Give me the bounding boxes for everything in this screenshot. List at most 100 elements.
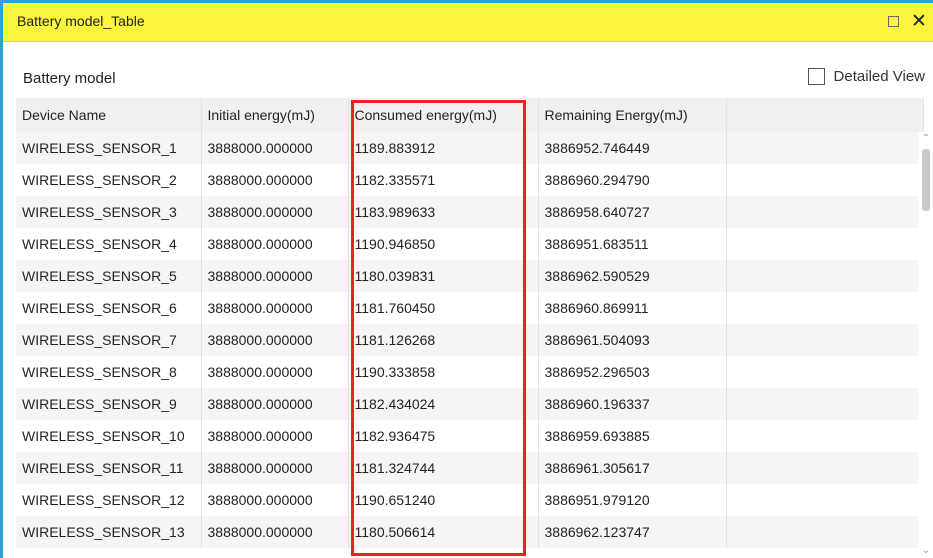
panel-header: Battery model Detailed View bbox=[3, 42, 933, 98]
scroll-down-icon[interactable]: ⌄ bbox=[919, 544, 933, 558]
table-row[interactable]: WIRELESS_SENSOR_4 3888000.000000 1190.9468… bbox=[16, 228, 924, 260]
empty-cell bbox=[726, 356, 924, 388]
device-name-cell[interactable]: WIRELESS_SENSOR_1 bbox=[16, 132, 202, 164]
scrollbar-thumb[interactable] bbox=[922, 149, 930, 211]
consumed-energy-cell[interactable]: 1190.651240 bbox=[348, 484, 539, 516]
initial-energy-cell[interactable]: 3888000.000000 bbox=[201, 164, 349, 196]
table-row[interactable]: WIRELESS_SENSOR_6 3888000.000000 1181.7604… bbox=[16, 292, 924, 324]
empty-cell bbox=[726, 132, 924, 164]
table-row[interactable]: WIRELESS_SENSOR_9 3888000.000000 1182.4340… bbox=[16, 388, 924, 420]
maximize-icon bbox=[887, 15, 899, 27]
initial-energy-cell[interactable]: 3888000.000000 bbox=[201, 420, 349, 452]
close-button[interactable]: ✕ bbox=[907, 8, 931, 34]
remaining-energy-cell[interactable]: 3886958.640727 bbox=[538, 196, 727, 228]
scroll-up-icon[interactable]: ⌃ bbox=[919, 132, 933, 146]
device-name-cell[interactable]: WIRELESS_SENSOR_3 bbox=[16, 196, 202, 228]
empty-cell bbox=[726, 196, 924, 228]
remaining-energy-cell[interactable]: 3886951.683511 bbox=[538, 228, 727, 260]
consumed-energy-cell[interactable]: 1181.126268 bbox=[348, 324, 539, 356]
table-body: WIRELESS_SENSOR_1 3888000.000000 1189.8839… bbox=[16, 132, 924, 548]
remaining-energy-cell[interactable]: 3886959.693885 bbox=[538, 420, 727, 452]
battery-table-grid: Device Name Initial energy(mJ) Consumed en… bbox=[16, 98, 933, 558]
consumed-energy-cell[interactable]: 1181.760450 bbox=[348, 292, 539, 324]
initial-energy-cell[interactable]: 3888000.000000 bbox=[201, 452, 349, 484]
header-initial-energy[interactable]: Initial energy(mJ) bbox=[201, 98, 349, 132]
battery-model-window: Battery model_Table ✕ Battery model Deta… bbox=[0, 0, 933, 558]
header-remaining-energy[interactable]: Remaining Energy(mJ) bbox=[538, 98, 727, 132]
initial-energy-cell[interactable]: 3888000.000000 bbox=[201, 324, 349, 356]
empty-cell bbox=[726, 292, 924, 324]
remaining-energy-cell[interactable]: 3886961.305617 bbox=[538, 452, 727, 484]
initial-energy-cell[interactable]: 3888000.000000 bbox=[201, 484, 349, 516]
consumed-energy-cell[interactable]: 1182.936475 bbox=[348, 420, 539, 452]
vertical-scrollbar[interactable]: ⌃ ⌄ bbox=[919, 132, 933, 558]
table-row[interactable]: WIRELESS_SENSOR_11 3888000.000000 1181.324… bbox=[16, 452, 924, 484]
header-empty[interactable] bbox=[726, 98, 924, 132]
consumed-energy-cell[interactable]: 1182.335571 bbox=[348, 164, 539, 196]
device-name-cell[interactable]: WIRELESS_SENSOR_6 bbox=[16, 292, 202, 324]
close-icon: ✕ bbox=[911, 10, 927, 32]
initial-energy-cell[interactable]: 3888000.000000 bbox=[201, 228, 349, 260]
table-row[interactable]: WIRELESS_SENSOR_13 3888000.000000 1180.506… bbox=[16, 516, 924, 548]
remaining-energy-cell[interactable]: 3886961.504093 bbox=[538, 324, 727, 356]
remaining-energy-cell[interactable]: 3886951.979120 bbox=[538, 484, 727, 516]
consumed-energy-cell[interactable]: 1183.989633 bbox=[348, 196, 539, 228]
initial-energy-cell[interactable]: 3888000.000000 bbox=[201, 260, 349, 292]
device-name-cell[interactable]: WIRELESS_SENSOR_8 bbox=[16, 356, 202, 388]
empty-cell bbox=[726, 420, 924, 452]
window-title: Battery model_Table bbox=[17, 13, 145, 29]
table-row[interactable]: WIRELESS_SENSOR_5 3888000.000000 1180.0398… bbox=[16, 260, 924, 292]
device-name-cell[interactable]: WIRELESS_SENSOR_11 bbox=[16, 452, 202, 484]
initial-energy-cell[interactable]: 3888000.000000 bbox=[201, 356, 349, 388]
consumed-energy-cell[interactable]: 1181.324744 bbox=[348, 452, 539, 484]
device-name-cell[interactable]: WIRELESS_SENSOR_10 bbox=[16, 420, 202, 452]
initial-energy-cell[interactable]: 3888000.000000 bbox=[201, 132, 349, 164]
table-row[interactable]: WIRELESS_SENSOR_2 3888000.000000 1182.3355… bbox=[16, 164, 924, 196]
remaining-energy-cell[interactable]: 3886960.869911 bbox=[538, 292, 727, 324]
device-name-cell[interactable]: WIRELESS_SENSOR_4 bbox=[16, 228, 202, 260]
table-row[interactable]: WIRELESS_SENSOR_7 3888000.000000 1181.1262… bbox=[16, 324, 924, 356]
remaining-energy-cell[interactable]: 3886952.296503 bbox=[538, 356, 727, 388]
consumed-energy-cell[interactable]: 1189.883912 bbox=[348, 132, 539, 164]
panel-title: Battery model bbox=[23, 70, 116, 87]
empty-cell bbox=[726, 516, 924, 548]
header-consumed-energy[interactable]: Consumed energy(mJ) bbox=[348, 98, 539, 132]
detailed-view-checkbox[interactable] bbox=[807, 68, 825, 85]
initial-energy-cell[interactable]: 3888000.000000 bbox=[201, 196, 349, 228]
table-row[interactable]: WIRELESS_SENSOR_3 3888000.000000 1183.9896… bbox=[16, 196, 924, 228]
consumed-energy-cell[interactable]: 1190.333858 bbox=[348, 356, 539, 388]
empty-cell bbox=[726, 260, 924, 292]
maximize-button[interactable] bbox=[881, 8, 905, 34]
empty-cell bbox=[726, 484, 924, 516]
device-name-cell[interactable]: WIRELESS_SENSOR_13 bbox=[16, 516, 202, 548]
remaining-energy-cell[interactable]: 3886952.746449 bbox=[538, 132, 727, 164]
remaining-energy-cell[interactable]: 3886962.123747 bbox=[538, 516, 727, 548]
battery-table: Device Name Initial energy(mJ) Consumed en… bbox=[16, 98, 924, 548]
consumed-energy-cell[interactable]: 1182.434024 bbox=[348, 388, 539, 420]
device-name-cell[interactable]: WIRELESS_SENSOR_9 bbox=[16, 388, 202, 420]
consumed-energy-cell[interactable]: 1180.039831 bbox=[348, 260, 539, 292]
consumed-energy-cell[interactable]: 1190.946850 bbox=[348, 228, 539, 260]
table-header-row: Device Name Initial energy(mJ) Consumed en… bbox=[16, 98, 924, 132]
device-name-cell[interactable]: WIRELESS_SENSOR_5 bbox=[16, 260, 202, 292]
table-row[interactable]: WIRELESS_SENSOR_12 3888000.000000 1190.651… bbox=[16, 484, 924, 516]
empty-cell bbox=[726, 324, 924, 356]
header-device-name[interactable]: Device Name bbox=[16, 98, 202, 132]
remaining-energy-cell[interactable]: 3886960.294790 bbox=[538, 164, 727, 196]
remaining-energy-cell[interactable]: 3886960.196337 bbox=[538, 388, 727, 420]
device-name-cell[interactable]: WIRELESS_SENSOR_2 bbox=[16, 164, 202, 196]
remaining-energy-cell[interactable]: 3886962.590529 bbox=[538, 260, 727, 292]
consumed-energy-cell[interactable]: 1180.506614 bbox=[348, 516, 539, 548]
detailed-view-label: Detailed View bbox=[833, 68, 925, 85]
initial-energy-cell[interactable]: 3888000.000000 bbox=[201, 388, 349, 420]
device-name-cell[interactable]: WIRELESS_SENSOR_7 bbox=[16, 324, 202, 356]
table-row[interactable]: WIRELESS_SENSOR_10 3888000.000000 1182.936… bbox=[16, 420, 924, 452]
device-name-cell[interactable]: WIRELESS_SENSOR_12 bbox=[16, 484, 202, 516]
initial-energy-cell[interactable]: 3888000.000000 bbox=[201, 292, 349, 324]
detailed-view-toggle[interactable]: Detailed View bbox=[807, 68, 925, 85]
table-row[interactable]: WIRELESS_SENSOR_1 3888000.000000 1189.8839… bbox=[16, 132, 924, 164]
table-row[interactable]: WIRELESS_SENSOR_8 3888000.000000 1190.3338… bbox=[16, 356, 924, 388]
empty-cell bbox=[726, 388, 924, 420]
initial-energy-cell[interactable]: 3888000.000000 bbox=[201, 516, 349, 548]
title-bar[interactable]: Battery model_Table ✕ bbox=[3, 3, 933, 42]
